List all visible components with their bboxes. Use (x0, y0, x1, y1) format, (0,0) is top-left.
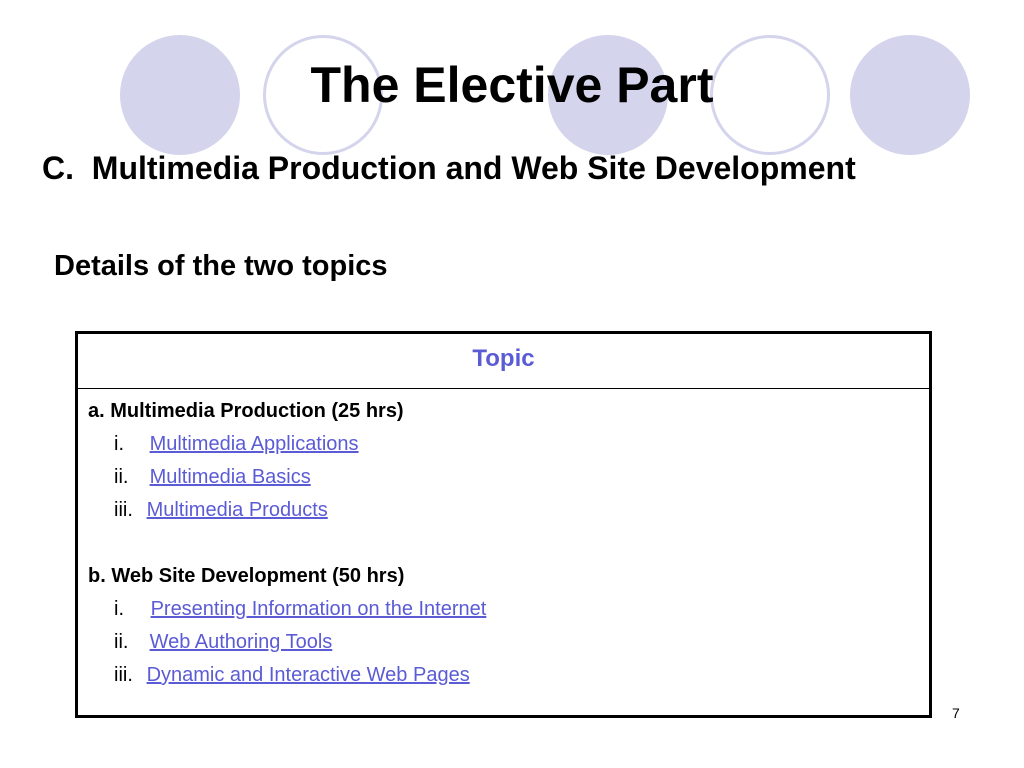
slide-title: The Elective Part (310, 57, 714, 113)
item-number: ii. (114, 466, 129, 488)
group-title-web-site-development: b. Web Site Development (50 hrs) (88, 565, 405, 587)
link-multimedia-applications[interactable]: Multimedia Applications (150, 433, 359, 455)
list-item: iii. Dynamic and Interactive Web Pages (88, 662, 929, 695)
list-item: i. Presenting Information on the Interne… (88, 596, 929, 629)
link-web-authoring-tools[interactable]: Web Authoring Tools (150, 631, 333, 653)
table-header: Topic (78, 334, 929, 389)
item-number: iii. (114, 664, 133, 686)
list-item: ii. Web Authoring Tools (88, 629, 929, 662)
table-body: a. Multimedia Production (25 hrs) i. Mul… (78, 389, 929, 695)
link-multimedia-basics[interactable]: Multimedia Basics (150, 466, 311, 488)
list-item: i. Multimedia Applications (88, 431, 929, 464)
item-number: i. (114, 598, 124, 620)
page-number: 7 (952, 705, 960, 721)
list-item: iii. Multimedia Products (88, 497, 929, 530)
item-number: iii. (114, 499, 133, 521)
list-item: ii. Multimedia Basics (88, 464, 929, 497)
item-number: ii. (114, 631, 129, 653)
link-multimedia-products[interactable]: Multimedia Products (147, 499, 328, 521)
section-heading: Details of the two topics (54, 250, 388, 282)
link-presenting-information[interactable]: Presenting Information on the Internet (151, 598, 487, 620)
link-dynamic-interactive-web-pages[interactable]: Dynamic and Interactive Web Pages (147, 664, 470, 686)
item-number: i. (114, 433, 124, 455)
topic-table: Topic a. Multimedia Production (25 hrs) … (75, 331, 932, 718)
slide-subtitle: C. Multimedia Production and Web Site De… (42, 150, 856, 186)
group-title-multimedia-production: a. Multimedia Production (25 hrs) (88, 400, 404, 422)
